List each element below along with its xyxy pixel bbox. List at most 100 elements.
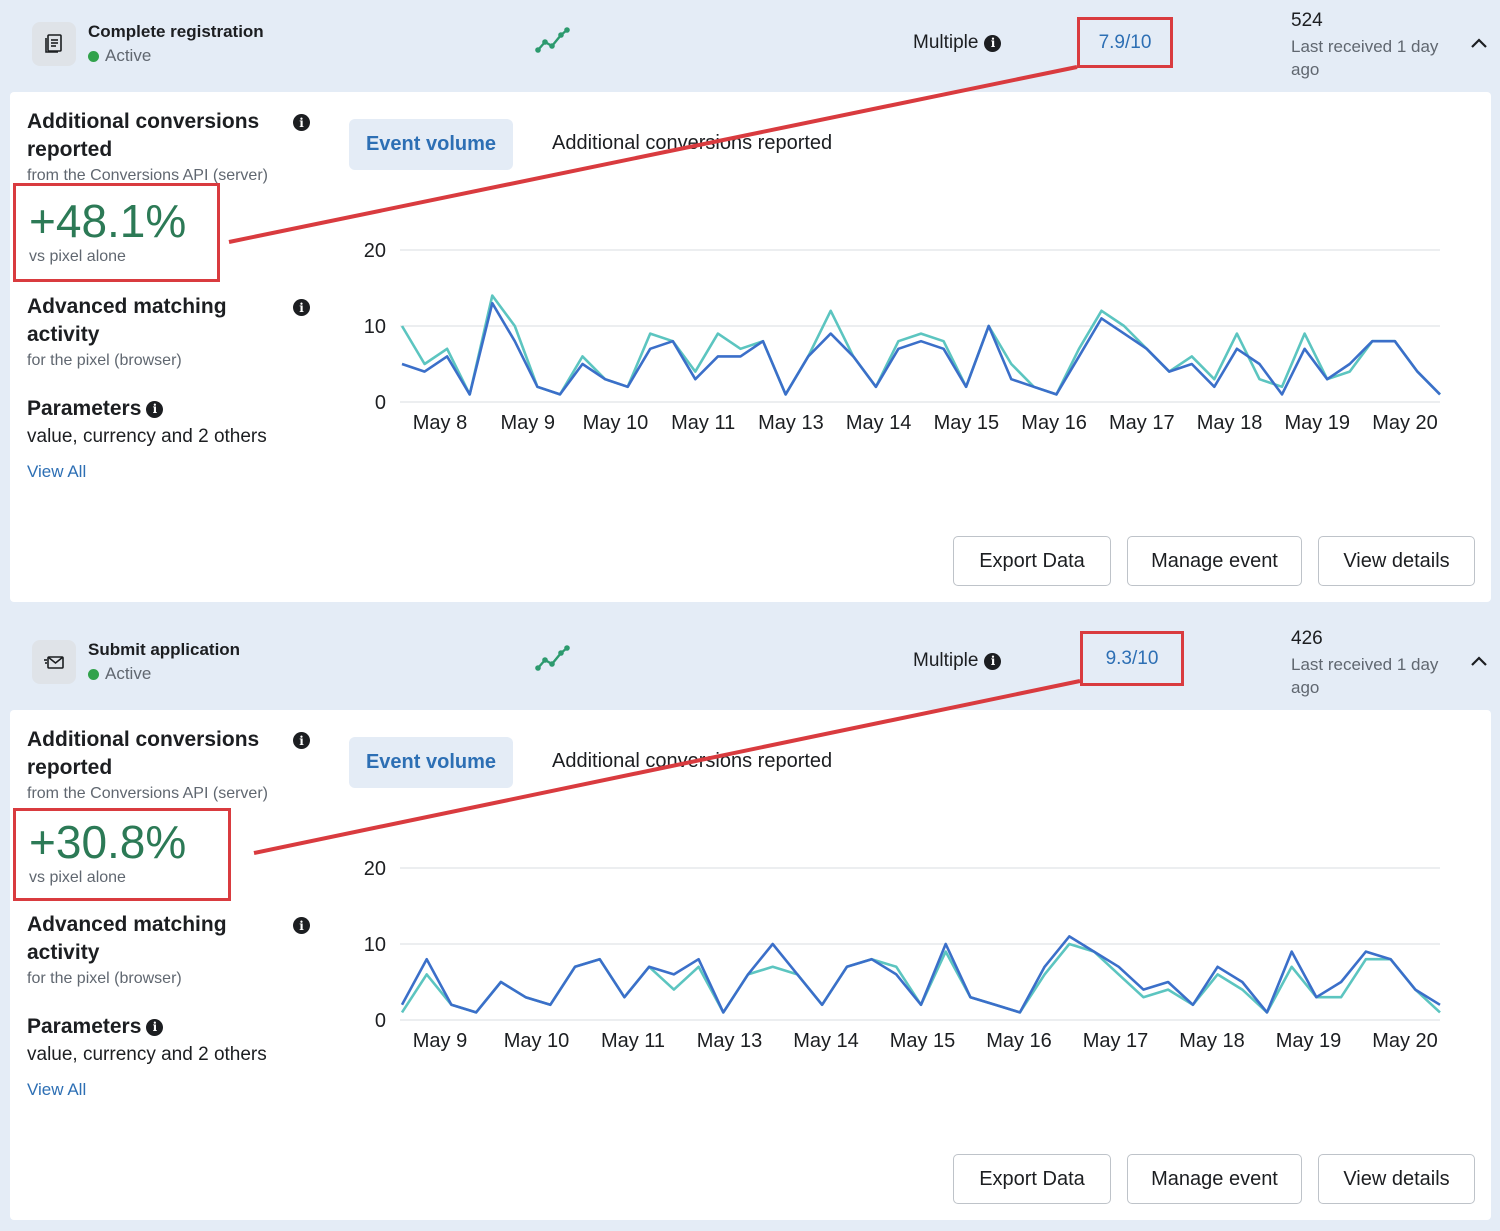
y-tick-label: 0 [375,1010,386,1032]
y-tick-label: 20 [364,858,386,880]
last-received: Last received 1 day ago [1291,37,1439,79]
status-text: Active [105,46,152,65]
status-dot-icon [88,668,99,680]
info-icon[interactable]: i [293,299,310,316]
percent-caption: vs pixel alone [29,248,126,265]
tab-event-volume[interactable]: Event volume [349,737,513,788]
status-text: Active [105,664,152,683]
tab-event-volume[interactable]: Event volume [349,119,513,170]
advanced-matching-title: Advanced matching activity [27,913,227,964]
additional-conversions-highlight: +30.8% vs pixel alone [13,808,231,901]
last-received: Last received 1 day ago [1291,655,1439,697]
envelope-icon [32,640,76,684]
additional-conversions-subtitle: from the Conversions API (server) [27,785,268,802]
advanced-matching-subtitle: for the pixel (browser) [27,352,182,369]
event-details-card: Additional conversions reported i from t… [10,710,1491,1220]
x-tick-label: May 15 [890,1030,956,1052]
x-tick-label: May 17 [1109,412,1175,434]
info-icon[interactable]: i [146,1018,164,1036]
trend-line-icon [535,644,571,679]
additional-conversions-highlight: +48.1% vs pixel alone [13,183,220,282]
x-tick-label: May 10 [583,412,649,434]
chevron-up-icon[interactable] [1470,654,1488,672]
match-quality-score[interactable]: 9.3/10 [1080,631,1184,686]
view-all-link[interactable]: View All [27,1080,86,1100]
match-quality-score[interactable]: 7.9/10 [1077,17,1173,68]
event-section-complete-registration: Complete registration Active Multiple i … [0,0,1500,604]
x-tick-label: May 20 [1372,412,1438,434]
status-badge: Active [88,664,151,684]
y-tick-label: 10 [364,934,386,956]
event-volume-chart: 0 10 20 May 9 May 10 May 11 May 13 May 14 May 15… [364,858,1441,1052]
score-value: 9.3/10 [1105,647,1159,669]
x-tick-label: May 9 [500,412,554,434]
event-details-card: Additional conversions reported i from t… [10,92,1491,602]
additional-conversions-title: Additional conversions reported [27,728,260,779]
view-details-button[interactable]: View details [1318,536,1475,586]
event-header[interactable]: Complete registration Active Multiple i … [0,0,1500,92]
parameters-value: value, currency and 2 others [27,426,267,447]
info-icon[interactable]: i [984,34,1002,52]
info-icon[interactable]: i [293,732,310,749]
tab-additional-conversions[interactable]: Additional conversions reported [552,132,832,155]
chevron-up-icon[interactable] [1470,36,1488,54]
x-tick-label: May 11 [601,1030,665,1052]
export-data-button[interactable]: Export Data [953,536,1111,586]
x-tick-label: May 19 [1276,1030,1342,1052]
x-tick-label: May 19 [1284,412,1350,434]
x-tick-label: May 16 [1021,412,1087,434]
parameters-label: Parameters [27,397,142,420]
source-label: Multiple [913,32,979,53]
event-header[interactable]: Submit application Active Multiple i 9.3… [0,618,1500,710]
x-tick-label: May 9 [413,1030,467,1052]
x-tick-label: May 16 [986,1030,1052,1052]
view-all-link[interactable]: View All [27,462,86,482]
x-tick-label: May 14 [793,1030,859,1052]
document-stack-icon [32,22,76,66]
status-dot-icon [88,50,99,62]
parameters-label: Parameters [27,1015,142,1038]
status-badge: Active [88,46,151,66]
y-tick-label: 0 [375,392,386,414]
x-tick-label: May 15 [934,412,1000,434]
additional-conversions-percent: +48.1% [29,195,187,247]
x-tick-label: May 20 [1372,1030,1438,1052]
tab-additional-conversions[interactable]: Additional conversions reported [552,750,832,773]
x-tick-label: May 13 [697,1030,763,1052]
x-tick-label: May 11 [671,412,735,434]
parameters-title: Parameters i [27,1015,164,1039]
x-tick-label: May 14 [846,412,912,434]
additional-conversions-title: Additional conversions reported [27,110,260,161]
event-volume-chart: 0 10 20 May 8 May 9 May 10 May 11 May 13 May 14 M… [364,240,1441,434]
x-tick-label: May 10 [504,1030,570,1052]
y-tick-label: 10 [364,316,386,338]
event-section-submit-application: Submit application Active Multiple i 9.3… [0,618,1500,1222]
info-icon[interactable]: i [146,400,164,418]
advanced-matching-subtitle: for the pixel (browser) [27,970,182,987]
event-count: 426 [1291,628,1323,649]
view-details-button[interactable]: View details [1318,1154,1475,1204]
x-tick-label: May 18 [1179,1030,1245,1052]
additional-conversions-percent: +30.8% [29,816,187,868]
series-line [400,294,1441,396]
event-name: Submit application [88,640,241,659]
x-tick-label: May 8 [413,412,467,434]
info-icon[interactable]: i [984,652,1002,670]
trend-line-icon [535,26,571,61]
y-tick-label: 20 [364,240,386,262]
source-multiple: Multiple i [913,32,1002,54]
x-tick-label: May 17 [1083,1030,1149,1052]
x-tick-label: May 18 [1197,412,1263,434]
event-name: Complete registration [88,22,264,41]
score-value: 7.9/10 [1098,31,1152,53]
export-data-button[interactable]: Export Data [953,1154,1111,1204]
manage-event-button[interactable]: Manage event [1127,536,1302,586]
info-icon[interactable]: i [293,114,310,131]
source-label: Multiple [913,650,979,671]
info-icon[interactable]: i [293,917,310,934]
manage-event-button[interactable]: Manage event [1127,1154,1302,1204]
series-line [400,935,1441,1014]
percent-caption: vs pixel alone [29,869,126,886]
advanced-matching-title: Advanced matching activity [27,295,227,346]
parameters-title: Parameters i [27,397,164,421]
